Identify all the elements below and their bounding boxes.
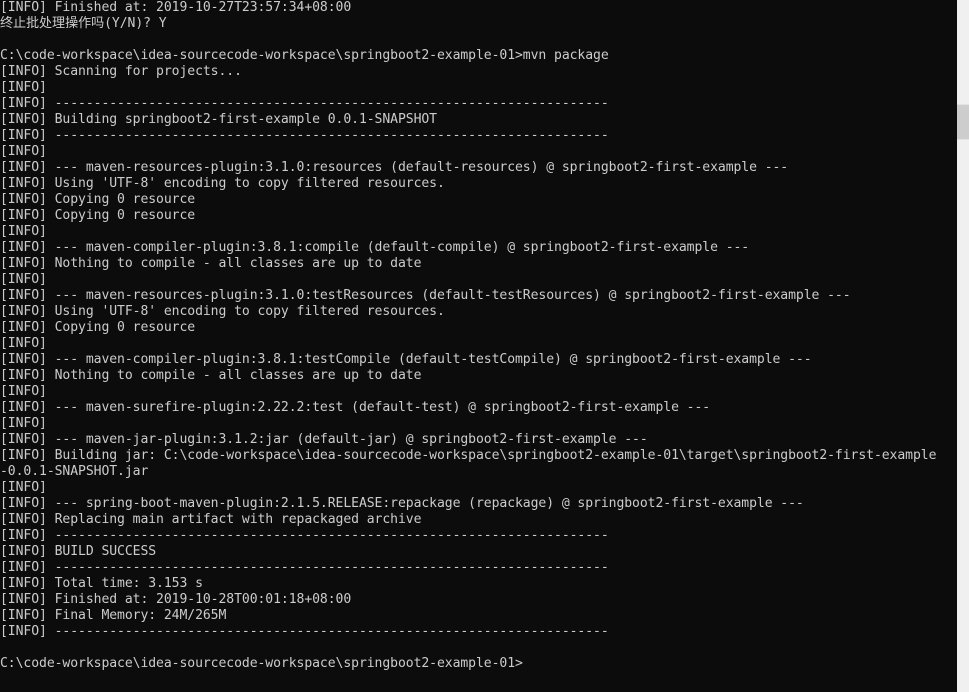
console-line: [INFO] BUILD SUCCESS: [0, 544, 157, 559]
console-line: -0.0.1-SNAPSHOT.jar: [0, 464, 149, 479]
console-line: [INFO] Copying 0 resource: [0, 192, 196, 207]
console-line: [INFO]: [0, 384, 47, 399]
console-line: [INFO] ---------------------------------…: [0, 624, 609, 639]
console-line: [INFO] Total time: 3.153 s: [0, 576, 203, 591]
console-line: 终止批处理操作吗(Y/N)? Y: [0, 16, 167, 31]
console-line: [INFO]: [0, 480, 47, 495]
console-line: [INFO]: [0, 272, 47, 287]
console-line: [INFO]: [0, 144, 47, 159]
console-line: [INFO] --- spring-boot-maven-plugin:2.1.…: [0, 496, 804, 511]
console-line: [INFO] Finished at: 2019-10-27T23:57:34+…: [0, 0, 352, 15]
console-line: [INFO] Final Memory: 24M/265M: [0, 608, 227, 623]
console-line: [INFO] Using 'UTF-8' encoding to copy fi…: [0, 304, 445, 319]
console-line: [INFO] --- maven-resources-plugin:3.1.0:…: [0, 288, 851, 303]
console-line: [INFO] Using 'UTF-8' encoding to copy fi…: [0, 176, 445, 191]
console-line: [INFO]: [0, 336, 47, 351]
console-line: [INFO] Copying 0 resource: [0, 208, 196, 223]
console-line: C:\code-workspace\idea-sourcecode-worksp…: [0, 656, 523, 671]
console-line: [INFO] ---------------------------------…: [0, 96, 609, 111]
console-line: [INFO] ---------------------------------…: [0, 528, 609, 543]
console-line: [INFO] ---------------------------------…: [0, 128, 609, 143]
console-line: [INFO] Nothing to compile - all classes …: [0, 256, 422, 271]
console-line: [INFO] Replacing main artifact with repa…: [0, 512, 422, 527]
console-line: [INFO] Building springboot2-first-exampl…: [0, 112, 437, 127]
console-line: [INFO] --- maven-jar-plugin:3.1.2:jar (d…: [0, 432, 648, 447]
console-line: C:\code-workspace\idea-sourcecode-worksp…: [0, 48, 609, 63]
console-output-area[interactable]: [INFO] Finished at: 2019-10-27T23:57:34+…: [0, 0, 957, 692]
console-line: [INFO] Finished at: 2019-10-28T00:01:18+…: [0, 592, 352, 607]
console-line: [INFO]: [0, 224, 47, 239]
console-line: [INFO] --- maven-compiler-plugin:3.8.1:c…: [0, 240, 750, 255]
console-line: [INFO] --- maven-compiler-plugin:3.8.1:t…: [0, 352, 812, 367]
console-line: [INFO] Nothing to compile - all classes …: [0, 368, 422, 383]
vertical-scrollbar[interactable]: [957, 0, 969, 692]
scrollbar-thumb[interactable]: [957, 104, 969, 140]
console-line: [INFO] --- maven-resources-plugin:3.1.0:…: [0, 160, 789, 175]
console-line: [INFO] ---------------------------------…: [0, 560, 609, 575]
console-line: [INFO]: [0, 80, 47, 95]
console-line: [INFO] Building jar: C:\code-workspace\i…: [0, 448, 937, 463]
terminal-window: [INFO] Finished at: 2019-10-27T23:57:34+…: [0, 0, 969, 692]
console-line: [INFO] Copying 0 resource: [0, 320, 196, 335]
console-line: [INFO]: [0, 416, 47, 431]
console-line: [INFO] --- maven-surefire-plugin:2.22.2:…: [0, 400, 711, 415]
console-line: [INFO] Scanning for projects...: [0, 64, 242, 79]
